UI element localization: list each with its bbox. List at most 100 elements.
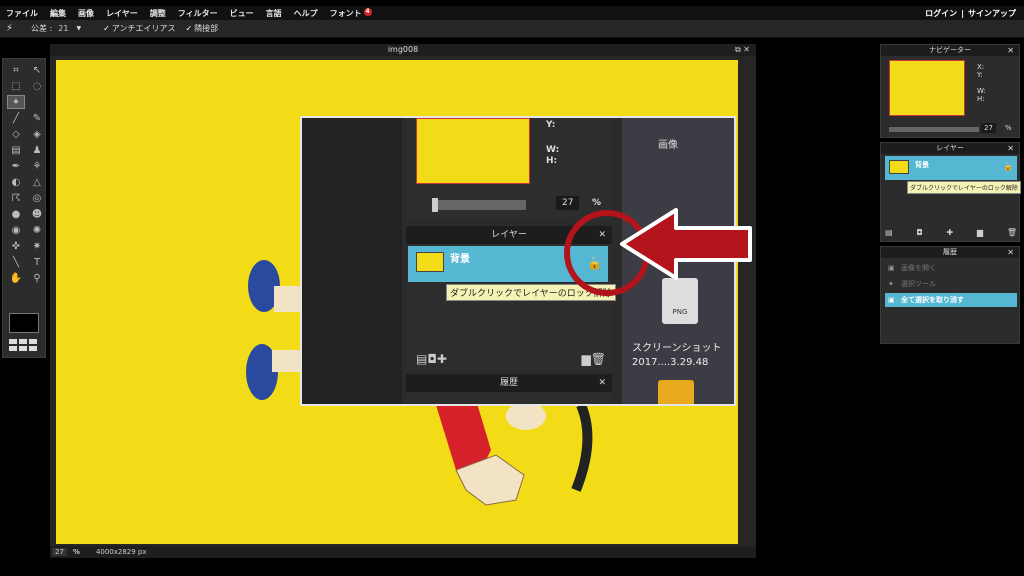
move-icon[interactable]: ↖ [28,63,46,77]
tools-panel: ⌗ ↖ ⬚ ◌ ✦ ╱ ✎ ◇ ◈ ▤ ♟ ✒ ⚘ ◐ △ ☈ ◎ ● ☻ ◉ … [2,58,46,358]
layer-name: 背景 [915,161,929,169]
font-badge: 4 [363,7,372,16]
zoomed-layers-footer: ▤ ◘ ✚ ▆ 🗑 [416,352,606,366]
menu-view[interactable]: ビュー [230,8,254,19]
text-icon[interactable]: T [28,255,46,269]
close-icon: ✕ [598,378,606,388]
zoom-slider[interactable] [889,127,979,132]
antialias-checkbox[interactable]: ✓ アンチエイリアス [103,23,175,34]
new-layer-icon[interactable]: ▆ [977,228,983,237]
sock-shape [272,350,302,372]
navigator-zoom-input[interactable]: 27 [981,123,996,133]
tolerance-value[interactable]: 21 [58,24,68,33]
callout-left-area [302,118,402,404]
close-icon[interactable]: ✕ [1007,45,1014,56]
coord-w: W: [977,87,986,95]
menu-font[interactable]: フォント 4 [329,7,372,19]
navigator-thumbnail[interactable] [889,60,965,116]
menu-edit[interactable]: 編集 [50,8,66,19]
layers-panel: レイヤー ✕ 背景 🔒 ダブルクリックでレイヤーのロック解除 ▤ ◘ ✚ ▆ 🗑 [880,142,1021,242]
zoomed-zoom-unit: % [592,198,602,208]
layer-settings-icon: ▤ [416,352,428,366]
chevron-down-icon[interactable]: ▼ [76,25,81,32]
contiguous-checkbox[interactable]: ✓ 隣接部 [185,23,218,34]
layer-style-icon: ✚ [436,352,447,366]
menu-image[interactable]: 画像 [78,8,94,19]
tolerance-group: 公差 : 21 ▼ [31,23,81,34]
folder-icon [658,380,694,404]
burn-icon[interactable]: ☻ [28,207,46,221]
history-item[interactable]: ✦ 選択ツール [885,277,1017,291]
history-item[interactable]: ▣ 画像を開く [885,261,1017,275]
layer-style-icon[interactable]: ✚ [946,228,953,237]
red-eye-icon[interactable]: ◉ [7,223,25,237]
crop-icon[interactable]: ⌗ [7,63,25,77]
zoomed-zoom-input: 27 [556,196,580,210]
spot-heal-icon[interactable]: ✺ [28,223,46,237]
menu-layer[interactable]: レイヤー [106,8,138,19]
close-icon[interactable]: ✕ [1007,247,1014,258]
history-item-label: 選択ツール [901,280,936,288]
lasso-icon[interactable]: ◌ [28,79,46,93]
gradient-icon[interactable]: ▤ [7,143,25,157]
menu-language[interactable]: 言語 [266,8,282,19]
brush-icon[interactable]: ✎ [28,111,46,125]
bucket-icon[interactable]: ◈ [28,127,46,141]
replace-icon[interactable]: ⚘ [28,159,46,173]
lock-icon[interactable]: 🔒 [1003,162,1013,171]
dodge-icon[interactable]: ● [7,207,25,221]
stamp-icon[interactable]: ♟ [28,143,46,157]
zoom-input[interactable]: 27 [52,548,67,556]
check-icon: ✓ [185,24,193,33]
zoom-icon[interactable]: ⚲ [28,271,46,285]
trash-icon: 🗑 [590,352,606,366]
picker-icon[interactable]: ✒ [7,159,25,173]
account-separator: | [961,8,964,18]
marquee-icon[interactable]: ⬚ [7,79,25,93]
eraser-icon[interactable]: ◇ [7,127,25,141]
braid-shape [571,403,593,492]
bloat-icon[interactable]: ✜ [7,239,25,253]
navigator-panel: ナビゲーター ✕ X: Y: W: H: 27 % [880,44,1020,138]
pencil-icon[interactable]: ╱ [7,111,25,125]
png-label: PNG [672,308,688,316]
menu-help[interactable]: ヘルプ [294,8,318,19]
zoomed-navigator-thumbnail [416,118,530,184]
trash-icon[interactable]: 🗑 [1007,228,1017,237]
close-icon[interactable]: ✕ [1007,143,1014,154]
status-bar: 27 % 4000x2829 px [50,546,756,558]
layer-mask-icon: ◘ [427,352,437,366]
layer-mask-icon[interactable]: ◘ [916,228,922,237]
screenshot-file-label: スクリーンショット 2017....3.29.48 [632,343,722,368]
contiguous-label: 隣接部 [194,24,219,33]
history-item-selected[interactable]: ▣ 全て選択を取り消す [885,293,1017,307]
sponge-icon[interactable]: ◎ [28,191,46,205]
layer-thumbnail [889,160,909,174]
menu-file[interactable]: ファイル [6,8,38,19]
drop-icon[interactable]: ◐ [7,175,25,189]
desktop-folder-label: 画像 [658,140,678,151]
face-shape [506,402,546,430]
canvas-title: img008 [387,45,419,54]
swatches-grid-icon[interactable] [9,339,39,351]
signup-link[interactable]: サインアップ [968,8,1016,19]
navigator-coords: X: Y: W: H: [977,63,986,103]
pinch-icon[interactable]: ✷ [28,239,46,253]
sharpen-icon[interactable]: △ [28,175,46,189]
window-controls[interactable]: ⧉ ✕ [735,44,750,56]
menu-adjust[interactable]: 調整 [150,8,166,19]
layer-row-background[interactable]: 背景 🔒 [885,156,1017,180]
check-icon: ✓ [103,24,110,33]
history-header: 履歴 ✕ [881,247,1019,258]
zoomed-layer-thumbnail [416,252,444,272]
account-links: ログイン | サインアップ [921,6,1016,20]
menu-font-label: フォント [329,8,362,18]
layer-settings-icon[interactable]: ▤ [885,228,893,237]
eyedropper-icon[interactable]: ╲ [7,255,25,269]
magic-wand-tool-icon[interactable]: ✦ [7,95,25,109]
menu-filter[interactable]: フィルター [178,8,218,19]
smudge-icon[interactable]: ☈ [7,191,25,205]
hand-icon[interactable]: ✋ [7,271,25,285]
login-link[interactable]: ログイン [925,8,957,19]
foreground-color-swatch[interactable] [9,313,39,333]
